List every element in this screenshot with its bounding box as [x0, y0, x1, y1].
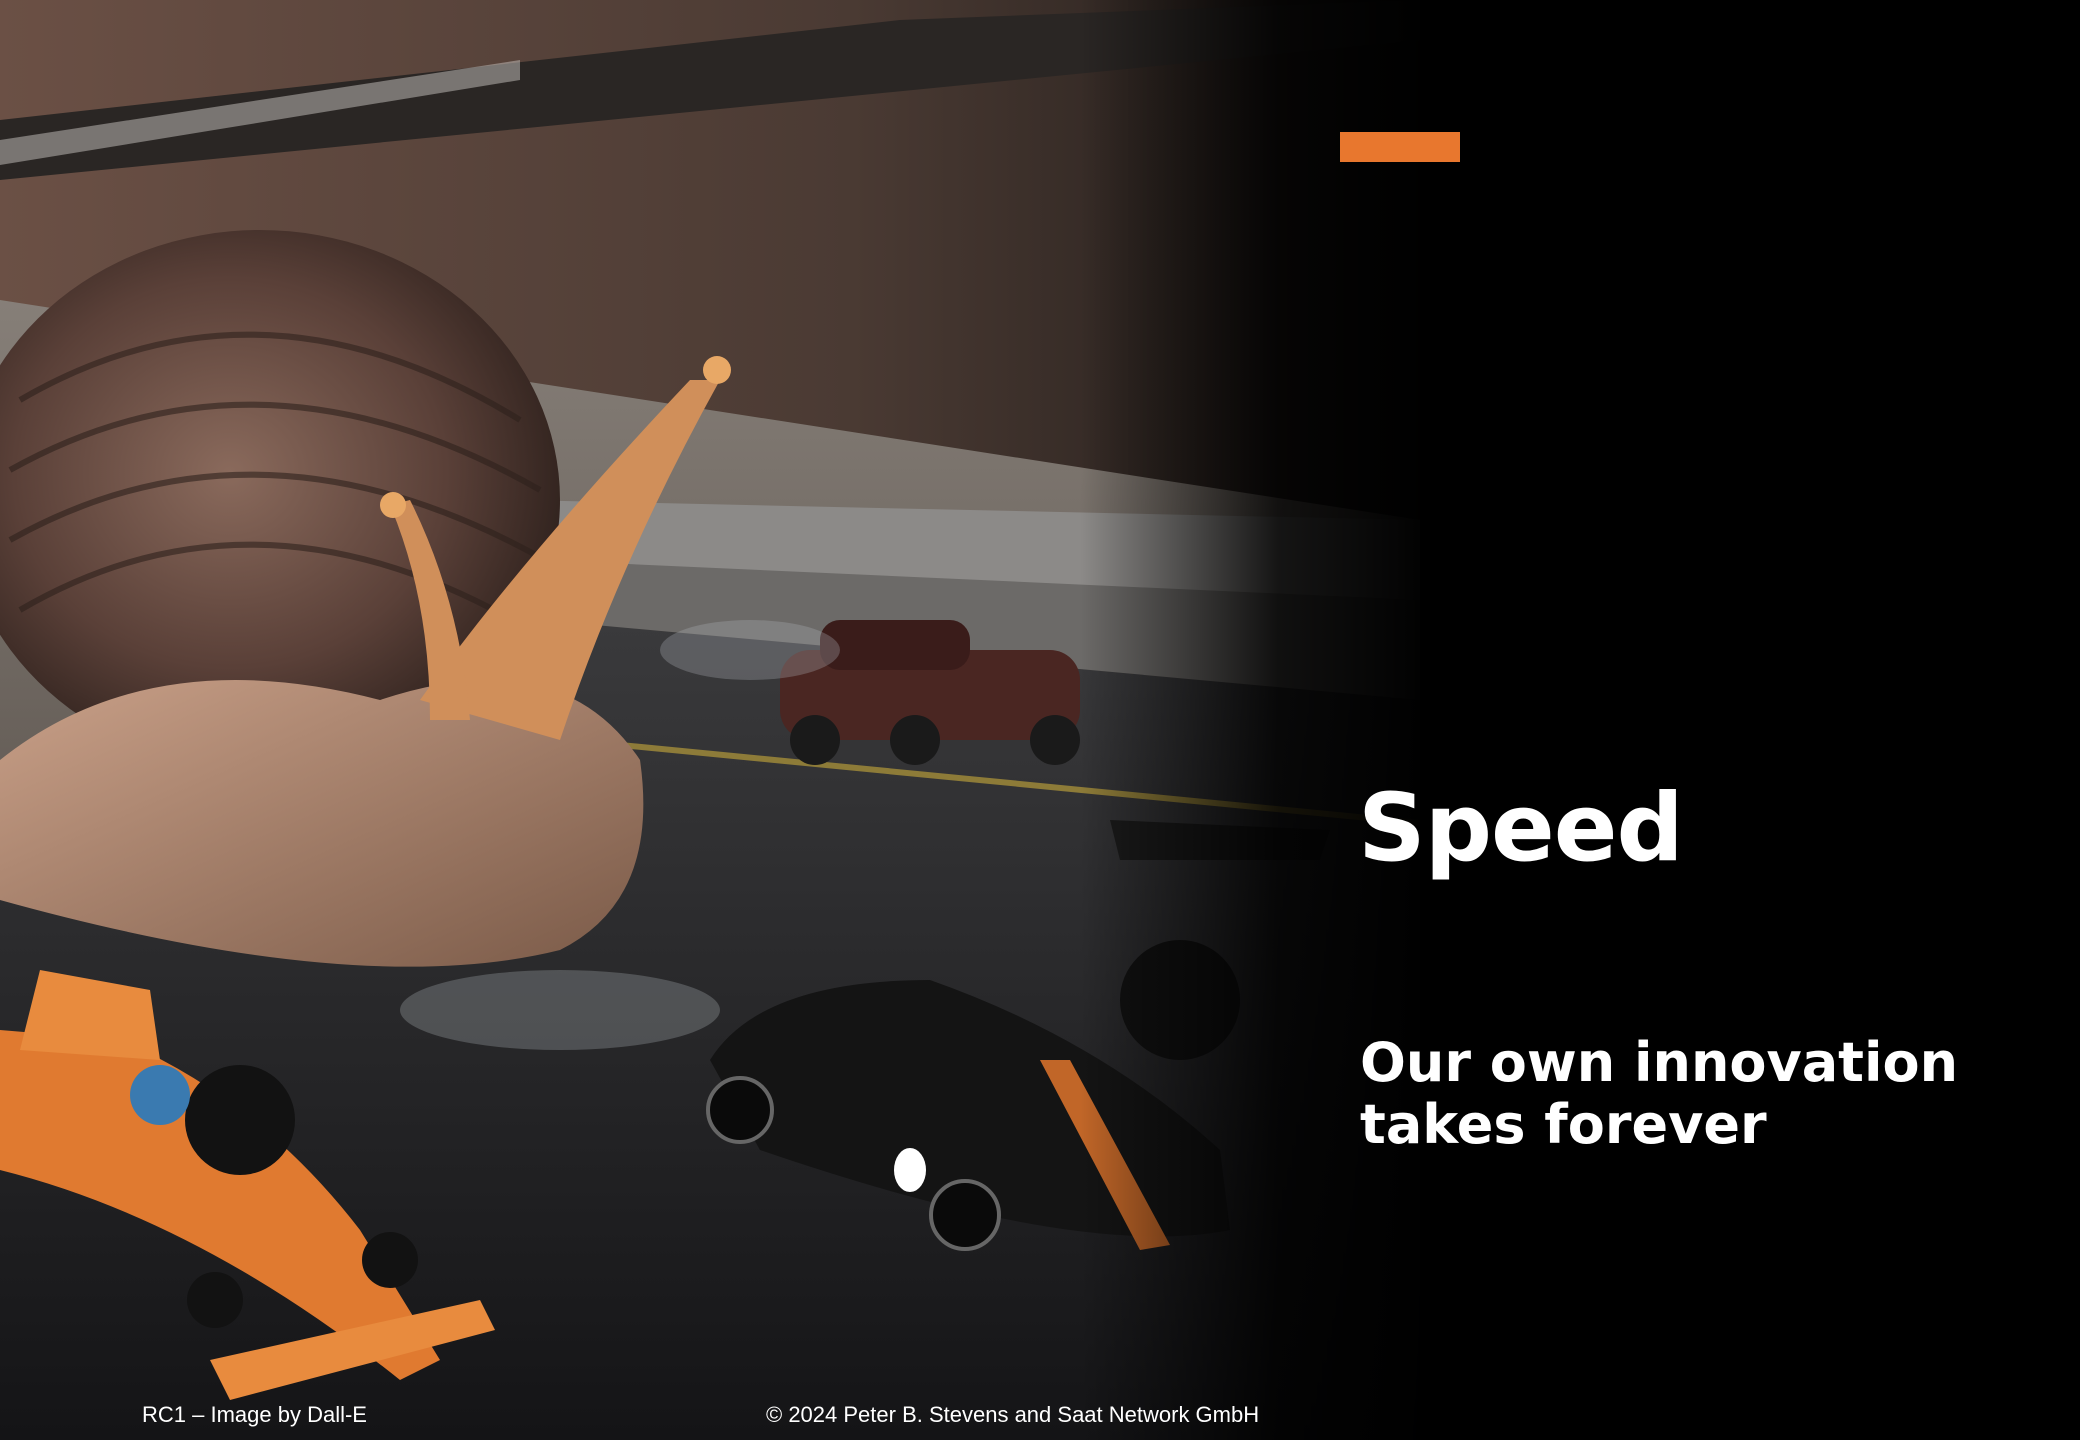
subtitle-line: Our own innovation — [1360, 1031, 1959, 1094]
accent-bar — [1340, 132, 1460, 162]
image-fade-overlay — [1080, 0, 1440, 1440]
copyright-notice: © 2024 Peter B. Stevens and Saat Network… — [766, 1402, 1260, 1427]
slide-subtitle: Our own innovation takes forever — [1360, 1032, 2000, 1156]
subtitle-line: takes forever — [1360, 1093, 1767, 1156]
image-caption: RC1 – Image by Dall-E — [142, 1402, 367, 1427]
slide: Speed Our own innovation takes forever R… — [0, 0, 2080, 1440]
slide-title: Speed — [1358, 774, 1684, 883]
